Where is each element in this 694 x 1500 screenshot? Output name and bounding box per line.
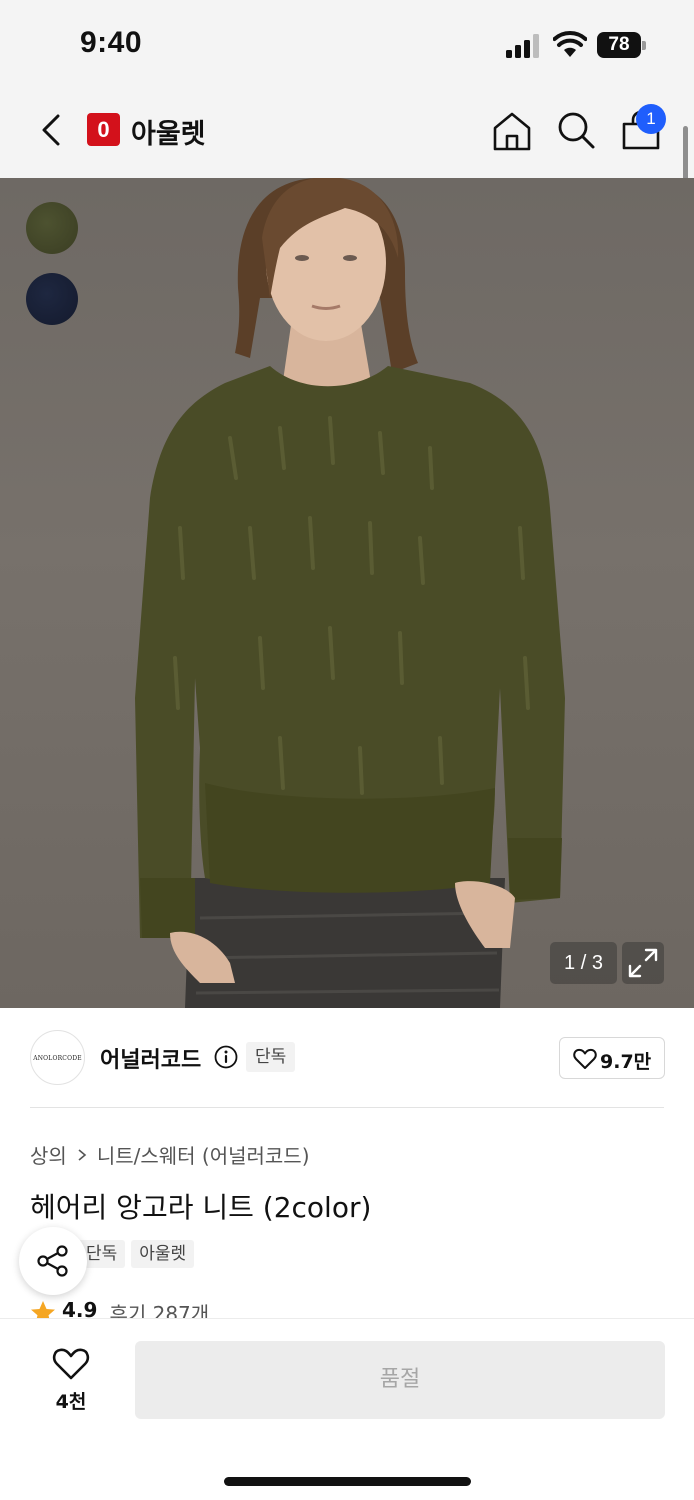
cellular-signal-icon <box>506 34 539 58</box>
brand-avatar[interactable]: ANOLORCODE <box>30 1030 85 1085</box>
share-icon <box>37 1245 68 1277</box>
breadcrumb-item[interactable]: 상의 <box>30 1140 67 1169</box>
product-tags: 단독 아울렛 <box>78 1240 195 1268</box>
share-button[interactable] <box>19 1227 87 1295</box>
outlet-logo[interactable]: 0 <box>87 113 120 146</box>
heart-outline-icon <box>573 1048 597 1069</box>
color-swatch-olive[interactable] <box>26 202 78 254</box>
rating-row[interactable]: 4.9 후기 287개 <box>30 1298 209 1320</box>
expand-icon[interactable] <box>622 942 664 984</box>
brand-favorite-button[interactable]: 9.7만 <box>559 1037 665 1079</box>
search-icon[interactable] <box>556 110 596 150</box>
wifi-icon <box>553 31 587 57</box>
star-icon <box>31 1301 55 1320</box>
product-title: 헤어리 앙고라 니트 (2color) <box>30 1191 372 1224</box>
brand-name[interactable]: 어널러코드 <box>100 1042 201 1074</box>
breadcrumb-item[interactable]: 니트/스웨터 (어널러코드) <box>97 1140 310 1169</box>
home-icon[interactable] <box>492 110 532 152</box>
product-image-carousel[interactable]: 1 / 3 <box>0 178 694 1008</box>
like-button[interactable]: 4천 <box>36 1343 106 1413</box>
brand-favorite-count: 9.7만 <box>600 1051 652 1073</box>
status-bar: 9:40 78 <box>0 0 694 90</box>
bottom-action-bar: 4천 품절 <box>0 1318 694 1500</box>
exclusive-tag: 단독 <box>246 1042 296 1072</box>
rating-value: 4.9 <box>62 1298 98 1320</box>
color-swatch-navy[interactable] <box>26 273 78 325</box>
soldout-button[interactable]: 품절 <box>135 1341 665 1419</box>
review-count[interactable]: 후기 287개 <box>109 1298 209 1320</box>
product-photo <box>135 178 565 1008</box>
like-count: 4천 <box>55 1391 87 1413</box>
battery-level: 78 <box>597 32 641 58</box>
chevron-right-icon <box>78 1148 87 1161</box>
outlet-title[interactable]: 아울렛 <box>131 112 206 151</box>
heart-outline-icon <box>52 1348 90 1380</box>
info-icon[interactable] <box>214 1045 238 1069</box>
tag-outlet: 아울렛 <box>131 1240 195 1268</box>
battery-icon: 78 <box>597 32 647 58</box>
app-header: 0 아울렛 <box>0 90 694 178</box>
breadcrumb: 상의 니트/스웨터 (어널러코드) <box>30 1140 310 1169</box>
divider <box>30 1107 664 1108</box>
image-counter: 1 / 3 <box>550 942 617 984</box>
cart-count-badge: 1 <box>636 104 666 134</box>
back-icon[interactable] <box>32 110 72 150</box>
status-time: 9:40 <box>80 26 143 59</box>
brand-row: ANOLORCODE 어널러코드 단독 9.7만 <box>0 1008 694 1108</box>
home-indicator <box>224 1477 471 1486</box>
